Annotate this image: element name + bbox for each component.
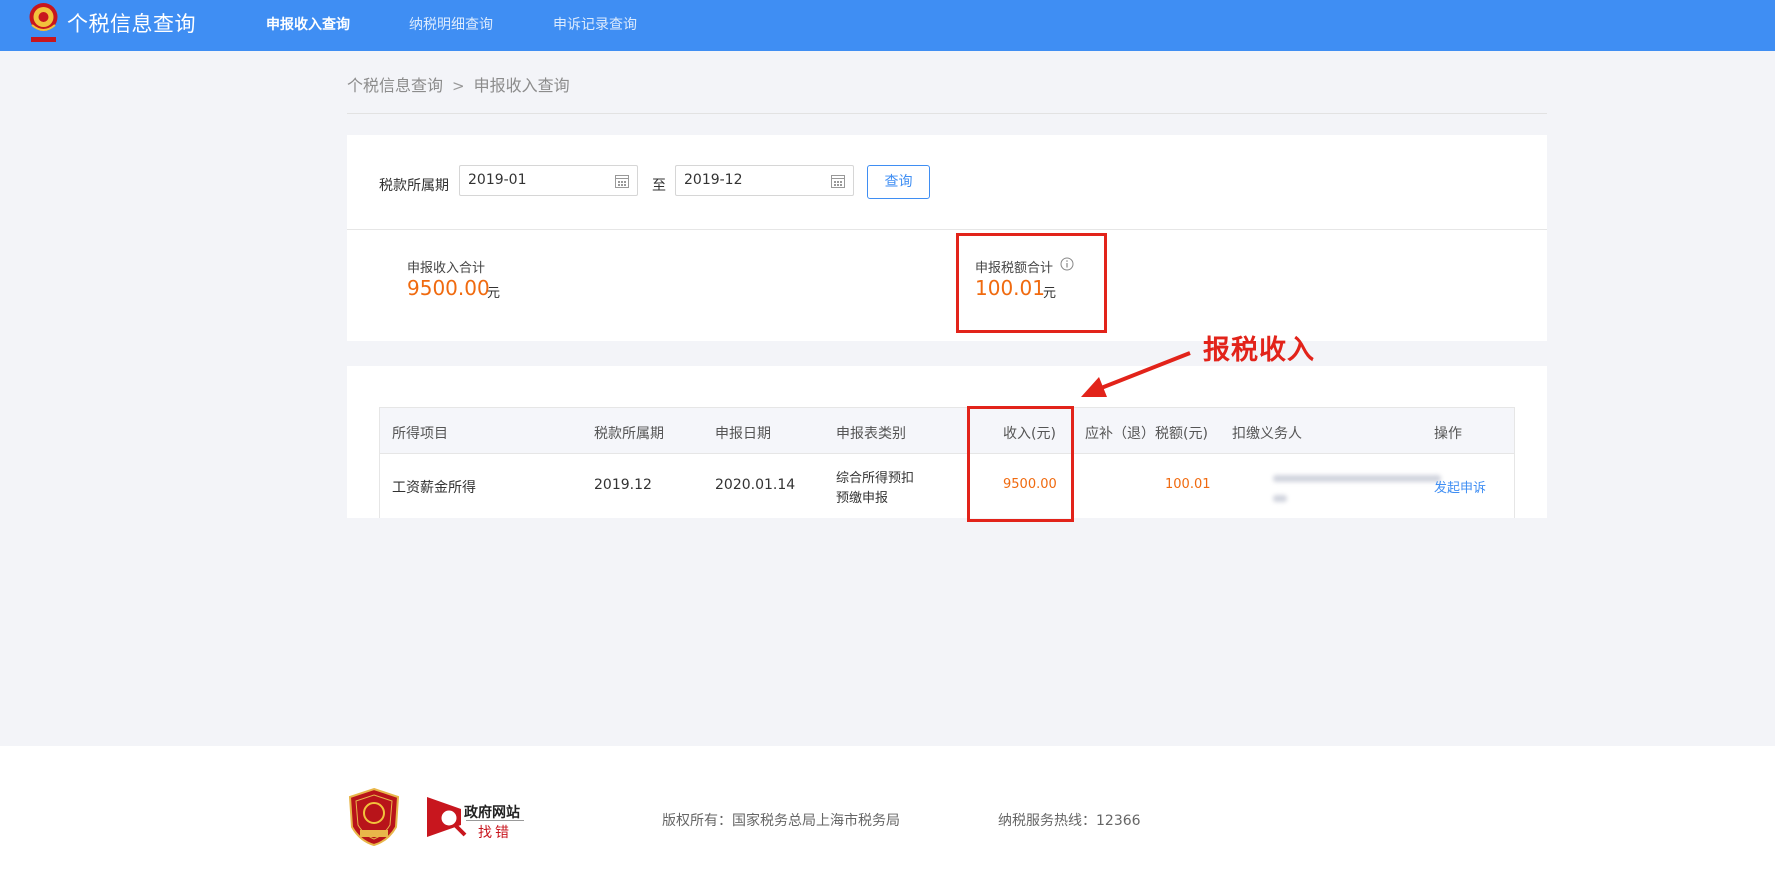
col-header-period: 税款所属期 <box>594 426 664 442</box>
col-header-date: 申报日期 <box>715 426 771 442</box>
end-period-input[interactable] <box>684 172 824 188</box>
col-header-tax: 应补（退）税额(元) <box>1085 426 1208 442</box>
income-records-table: 所得项目 税款所属期 申报日期 申报表类别 收入(元) 应补（退）税额(元) 扣… <box>379 407 1515 518</box>
nav-tab-appeal-records[interactable]: 申诉记录查询 <box>553 14 637 34</box>
gov-site-error-label[interactable]: 找错 <box>478 822 512 842</box>
start-period-field[interactable] <box>459 165 638 196</box>
chevron-right-icon: > <box>452 77 465 95</box>
annotation-box-tax-total <box>956 233 1107 333</box>
cell-item: 工资薪金所得 <box>392 480 476 496</box>
copyright-text: 版权所有：国家税务总局上海市税务局 <box>662 813 900 829</box>
breadcrumb-divider <box>347 113 1547 114</box>
col-header-withholder: 扣缴义务人 <box>1232 426 1302 442</box>
gov-site-underline <box>466 820 524 821</box>
cell-type-line1: 综合所得预扣 <box>836 471 915 486</box>
income-total-label: 申报收入合计 <box>407 261 486 276</box>
col-header-action: 操作 <box>1434 426 1462 442</box>
nav-tab-declared-income[interactable]: 申报收入查询 <box>266 14 350 34</box>
start-period-input[interactable] <box>468 172 608 188</box>
period-label: 税款所属期 <box>379 178 449 194</box>
party-government-badge-icon[interactable] <box>348 787 400 847</box>
breadcrumb: 个税信息查询 > 申报收入查询 <box>347 72 570 96</box>
nav-tab-tax-details[interactable]: 纳税明细查询 <box>409 14 493 34</box>
cell-type-line2: 预缴申报 <box>836 491 889 506</box>
hotline-text: 纳税服务热线：12366 <box>998 813 1141 829</box>
end-period-field[interactable] <box>675 165 854 196</box>
withholder-redacted <box>1273 471 1443 511</box>
annotation-arrow-icon <box>1081 351 1191 397</box>
gov-site-label[interactable]: 政府网站 <box>464 802 520 822</box>
appeal-link[interactable]: 发起申诉 <box>1434 477 1486 496</box>
cell-date: 2020.01.14 <box>715 477 796 493</box>
records-card: 所得项目 税款所属期 申报日期 申报表类别 收入(元) 应补（退）税额(元) 扣… <box>347 366 1547 518</box>
col-header-item: 所得项目 <box>392 426 448 442</box>
annotation-label: 报税收入 <box>1203 335 1315 366</box>
calendar-icon[interactable] <box>830 173 846 189</box>
card-divider <box>347 229 1547 230</box>
top-nav-bar: 个税信息查询 申报收入查询 纳税明细查询 申诉记录查询 <box>0 0 1775 51</box>
income-total-unit: 元 <box>487 286 501 301</box>
table-header: 所得项目 税款所属期 申报日期 申报表类别 收入(元) 应补（退）税额(元) 扣… <box>380 408 1514 454</box>
cell-period: 2019.12 <box>594 477 652 493</box>
breadcrumb-root[interactable]: 个税信息查询 <box>347 72 443 96</box>
gov-site-error-search-icon[interactable] <box>427 795 469 839</box>
income-total-value: 9500.00 <box>407 276 490 300</box>
calendar-icon[interactable] <box>614 173 630 189</box>
col-header-type: 申报表类别 <box>836 426 906 442</box>
query-summary-card: 税款所属期 至 查询 申报收入合计 9500.00 元 申报税额合计 100.0… <box>347 135 1547 341</box>
annotation-box-income <box>967 406 1074 522</box>
footer: 政府网站 找错 版权所有：国家税务总局上海市税务局 纳税服务热线：12366 <box>0 746 1775 880</box>
app-title: 个税信息查询 <box>67 12 196 36</box>
tax-emblem-logo <box>29 3 58 42</box>
query-button[interactable]: 查询 <box>867 165 930 199</box>
breadcrumb-current: 申报收入查询 <box>473 76 570 95</box>
to-label: 至 <box>652 178 666 194</box>
cell-tax: 100.01 <box>1165 477 1211 492</box>
